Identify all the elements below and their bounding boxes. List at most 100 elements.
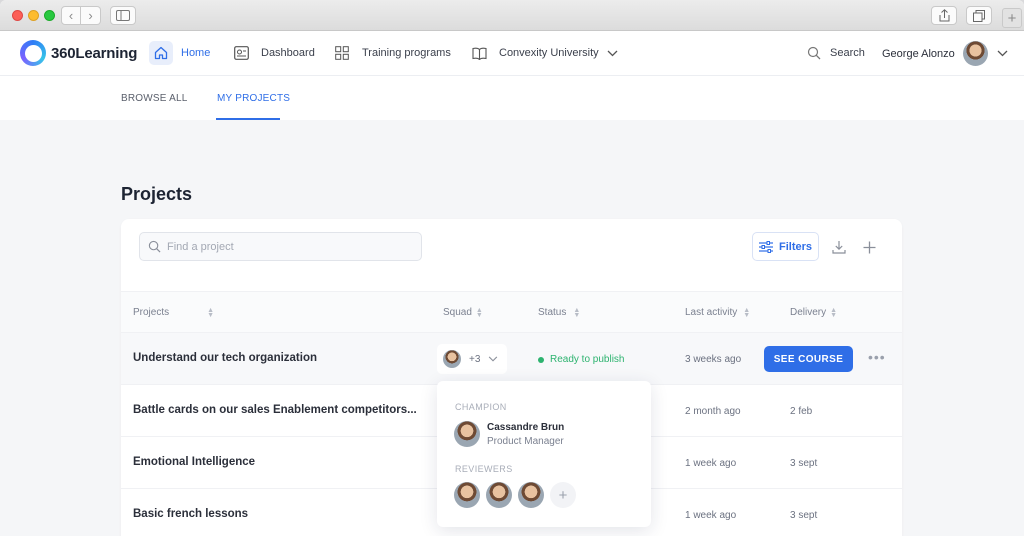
- delivery-date: 3 sept: [790, 510, 818, 521]
- col-last-activity-label: Last activity: [685, 307, 738, 318]
- share-button[interactable]: [931, 6, 957, 25]
- col-projects[interactable]: Projects ▲ ▼: [133, 306, 215, 319]
- user-menu[interactable]: George Alonzo: [882, 41, 1008, 66]
- chevron-down-icon: [489, 356, 498, 362]
- brand-logo[interactable]: 360Learning: [20, 40, 137, 66]
- project-name[interactable]: Basic french lessons: [133, 508, 248, 520]
- reviewer-avatar[interactable]: [454, 482, 480, 508]
- nav-training-programs[interactable]: Training programs: [330, 39, 451, 67]
- nav-search-label: Search: [830, 47, 865, 59]
- browser-window: ‹ › + 360Learning Home Dashboard Trainin…: [0, 0, 1024, 536]
- active-tab-indicator: [216, 118, 280, 120]
- sort-icon: ▲ ▼: [743, 306, 751, 319]
- reviewer-avatar[interactable]: [486, 482, 512, 508]
- nav-search[interactable]: Search: [802, 39, 865, 67]
- sliders-icon: [758, 240, 773, 253]
- share-icon: [939, 9, 949, 22]
- search-input[interactable]: [167, 240, 407, 253]
- home-icon: [149, 41, 173, 65]
- sort-icon: ▲ ▼: [207, 306, 215, 319]
- tab-browse-all[interactable]: BROWSE ALL: [121, 93, 187, 104]
- col-status[interactable]: Status ▲ ▼: [538, 306, 581, 319]
- nav-dashboard-label: Dashboard: [261, 47, 315, 59]
- sort-icon: ▲ ▼: [573, 306, 581, 319]
- sidebar-icon: [116, 10, 130, 21]
- minimize-window-button[interactable]: [28, 10, 39, 21]
- col-squad-label: Squad: [443, 307, 472, 318]
- sort-icon: ▲ ▼: [830, 306, 838, 319]
- last-activity: 2 month ago: [685, 406, 741, 417]
- table-row[interactable]: Understand our tech organization +3 Read…: [121, 333, 902, 385]
- squad-dropdown[interactable]: +3: [437, 344, 507, 374]
- col-last-activity[interactable]: Last activity ▲ ▼: [685, 306, 751, 319]
- champion-avatar: [454, 421, 480, 447]
- search-icon: [148, 240, 161, 253]
- nav-university-label: Convexity University: [499, 47, 599, 59]
- chevron-down-icon: [607, 50, 618, 56]
- reviewers-list: +: [454, 482, 576, 508]
- nav-home-label: Home: [181, 47, 211, 59]
- filters-button[interactable]: Filters: [752, 232, 819, 261]
- download-icon: [832, 241, 846, 254]
- col-squad[interactable]: Squad ▲ ▼: [443, 306, 483, 319]
- status-badge: Ready to publish: [538, 354, 625, 365]
- delivery-date: 3 sept: [790, 458, 818, 469]
- close-window-button[interactable]: [12, 10, 23, 21]
- squad-popover: CHAMPION Cassandre Brun Product Manager …: [437, 381, 651, 527]
- last-activity: 3 weeks ago: [685, 354, 742, 365]
- user-name: George Alonzo: [882, 47, 955, 60]
- col-delivery-label: Delivery: [790, 307, 827, 318]
- champion[interactable]: Cassandre Brun Product Manager: [454, 421, 564, 447]
- nav-dashboard[interactable]: Dashboard: [229, 39, 315, 67]
- nav-home[interactable]: Home: [149, 39, 210, 67]
- project-name[interactable]: Understand our tech organization: [133, 352, 317, 364]
- zoom-window-button[interactable]: [44, 10, 55, 21]
- back-button[interactable]: ‹: [61, 6, 81, 25]
- reviewers-label: REVIEWERS: [455, 464, 513, 474]
- champion-role: Product Manager: [487, 435, 564, 447]
- plus-icon: [863, 241, 875, 253]
- squad-avatar: [443, 350, 461, 368]
- book-icon: [467, 41, 491, 65]
- nav-training-label: Training programs: [362, 47, 451, 59]
- col-delivery[interactable]: Delivery ▲ ▼: [790, 306, 838, 319]
- search-icon: [802, 41, 826, 65]
- add-project-button[interactable]: [859, 237, 879, 257]
- browser-toolbar: ‹ › +: [0, 0, 1024, 31]
- sidebar-toggle-button[interactable]: [110, 6, 136, 25]
- dashboard-icon: [229, 41, 253, 65]
- user-avatar: [962, 41, 988, 66]
- delivery-date: 2 feb: [790, 406, 813, 417]
- tab-my-projects[interactable]: MY PROJECTS: [217, 93, 290, 104]
- col-status-label: Status: [538, 307, 567, 318]
- forward-button[interactable]: ›: [81, 6, 101, 25]
- brand-name: 360Learning: [51, 44, 138, 62]
- page-title: Projects: [121, 184, 193, 204]
- squad-count: +3: [469, 353, 481, 365]
- last-activity: 1 week ago: [685, 458, 737, 469]
- nav-university-dropdown[interactable]: Convexity University: [467, 39, 618, 67]
- project-name[interactable]: Emotional Intelligence: [133, 456, 255, 468]
- more-options-icon[interactable]: •••: [868, 349, 886, 365]
- tabs-icon: [973, 9, 985, 22]
- add-reviewer-button[interactable]: +: [550, 482, 576, 508]
- last-activity: 1 week ago: [685, 510, 737, 521]
- project-search: [139, 232, 422, 261]
- grid-icon: [330, 41, 354, 65]
- filters-label: Filters: [778, 240, 812, 253]
- tab-overview-button[interactable]: [966, 6, 992, 25]
- col-projects-label: Projects: [133, 307, 170, 318]
- reviewer-avatar[interactable]: [518, 482, 544, 508]
- sort-icon: ▲ ▼: [475, 306, 483, 319]
- download-button[interactable]: [829, 237, 849, 257]
- see-course-button[interactable]: SEE COURSE: [764, 346, 853, 372]
- chevron-down-icon: [997, 50, 1008, 57]
- project-name[interactable]: Battle cards on our sales Enablement com…: [133, 404, 417, 416]
- champion-name: Cassandre Brun: [487, 421, 565, 433]
- table-header: Projects ▲ ▼ Squad ▲ ▼ Status ▲ ▼ Last activit…: [121, 291, 902, 333]
- new-tab-button[interactable]: +: [1002, 8, 1022, 28]
- champion-label: CHAMPION: [455, 402, 507, 412]
- app-header: 360Learning Home Dashboard Training prog…: [0, 31, 1024, 76]
- project-tabs: BROWSE ALL MY PROJECTS: [0, 76, 1024, 120]
- logo-icon: [20, 40, 46, 66]
